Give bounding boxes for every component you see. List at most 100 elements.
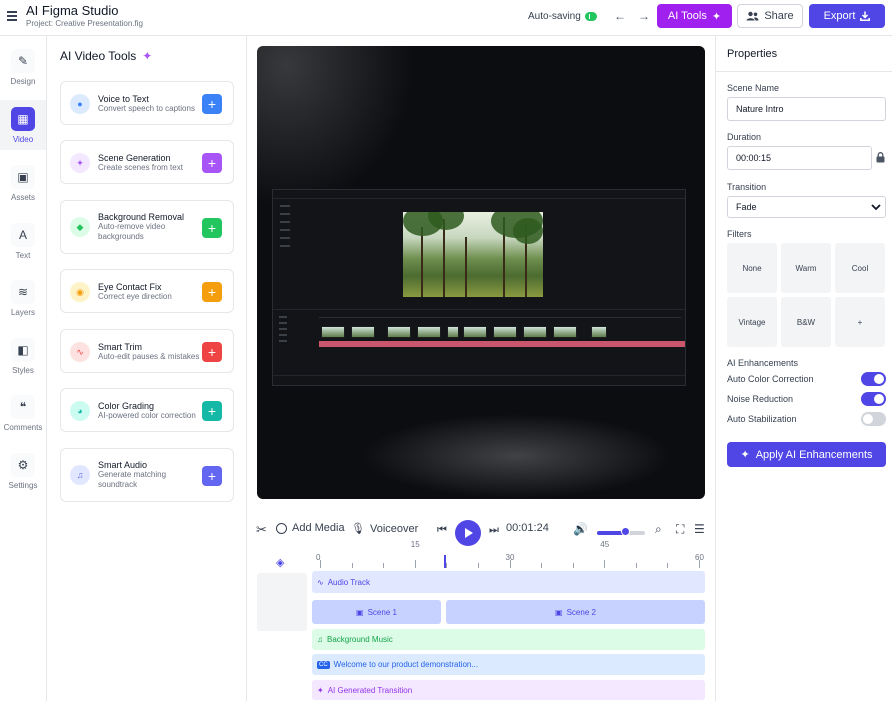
chevron-down-icon: [871, 203, 881, 210]
noise-reduction-toggle[interactable]: [861, 392, 886, 406]
tool-card-eye-contact-fix[interactable]: ◉ Eye Contact Fix Correct eye direction …: [60, 269, 234, 313]
waveform-icon: ∿: [317, 577, 324, 587]
filter-warm[interactable]: Warm: [781, 243, 831, 293]
duration-label: Duration: [727, 132, 762, 142]
tool-name: Color Grading: [98, 401, 155, 411]
caption-track-label: Welcome to our product demonstration...: [333, 660, 479, 669]
caption-track[interactable]: CC Welcome to our product demonstration.…: [312, 654, 705, 675]
rail-item-video[interactable]: ▦ Video: [0, 100, 46, 150]
tools-title-label: AI Video Tools: [60, 49, 137, 63]
ai-tools-button[interactable]: AI Tools ✦: [657, 4, 732, 28]
auto-stabilization-toggle[interactable]: [861, 412, 886, 426]
lock-icon[interactable]: [876, 152, 885, 166]
add-scene-generation-button[interactable]: +: [202, 153, 222, 173]
video-preview[interactable]: [257, 46, 705, 499]
tool-name: Eye Contact Fix: [98, 282, 162, 292]
transition-track[interactable]: ✦ AI Generated Transition: [312, 680, 705, 700]
tick-mark: [604, 560, 606, 568]
layers-stack-icon[interactable]: ◈: [276, 556, 284, 569]
rail-item-layers[interactable]: ≋ Layers: [0, 273, 46, 323]
tool-card-background-removal[interactable]: ◆ Background Removal Auto-remove video b…: [60, 200, 234, 254]
rail-item-assets[interactable]: ▣ Assets: [0, 158, 46, 208]
add-filter-button[interactable]: +: [835, 297, 885, 347]
apply-ai-enhancements-button[interactable]: ✦ Apply AI Enhancements: [727, 442, 886, 467]
rail-item-text[interactable]: A Text: [0, 216, 46, 266]
auto-stabilization-label: Auto Stabilization: [727, 414, 797, 424]
share-button[interactable]: Share: [737, 4, 803, 28]
tool-card-scene-generation[interactable]: ✦ Scene Generation Create scenes from te…: [60, 140, 234, 184]
tick-mark: [541, 563, 543, 568]
transition-select[interactable]: Fade: [727, 196, 886, 218]
add-smart-trim-button[interactable]: +: [202, 342, 222, 362]
toggle-knob: [874, 374, 884, 384]
scene-name-input[interactable]: Nature Intro: [727, 97, 886, 121]
filter-none[interactable]: None: [727, 243, 777, 293]
toggle-knob: [874, 394, 884, 404]
rail-item-design[interactable]: ✎ Design: [0, 42, 46, 92]
forest-image: [403, 212, 543, 297]
export-button[interactable]: Export: [809, 4, 885, 28]
scene-1-label: Scene 1: [367, 607, 397, 617]
rail-item-comments[interactable]: ❝ Comments: [0, 388, 46, 438]
microphone-icon: 🎙: [351, 523, 365, 535]
menu-icon[interactable]: [7, 11, 17, 21]
undo-arrow-icon[interactable]: ←: [613, 9, 627, 23]
layers-icon: ≋: [11, 279, 35, 304]
tool-card-voice-to-text[interactable]: ● Voice to Text Convert speech to captio…: [60, 81, 234, 125]
volume-icon[interactable]: 🔊: [573, 522, 588, 536]
audio-track[interactable]: ∿ Audio Track: [312, 571, 705, 593]
add-smart-audio-button[interactable]: +: [202, 466, 222, 486]
images-icon: ▣: [11, 164, 35, 189]
scissors-icon[interactable]: ✂: [256, 522, 267, 538]
redo-arrow-icon[interactable]: →: [637, 9, 651, 23]
tool-name: Smart Trim: [98, 342, 142, 352]
magic-wand-icon: ✦: [142, 49, 153, 63]
playhead[interactable]: [444, 555, 446, 568]
magic-wand-icon: ✦: [317, 685, 324, 695]
auto-color-correction-toggle[interactable]: [861, 372, 886, 386]
ai-tools-label: AI Tools: [667, 10, 707, 22]
design-icon: ✎: [11, 48, 35, 73]
add-voice-to-text-button[interactable]: +: [202, 94, 222, 114]
scene-name-label: Scene Name: [727, 83, 780, 93]
tool-card-smart-trim[interactable]: ∿ Smart Trim Auto-edit pauses & mistakes…: [60, 329, 234, 373]
filter-bw[interactable]: B&W: [781, 297, 831, 347]
rail-item-label: Text: [15, 250, 31, 260]
rail-item-styles[interactable]: ◧ Styles: [0, 331, 46, 381]
skip-back-icon[interactable]: ⏮: [437, 524, 447, 537]
tool-card-smart-audio[interactable]: ♫ Smart Audio Generate matching soundtra…: [60, 448, 234, 502]
filter-vintage[interactable]: Vintage: [727, 297, 777, 347]
gear-icon: ⚙: [11, 452, 35, 477]
zoom-search-icon[interactable]: ⌕: [655, 522, 662, 537]
preview-frame-clips: [321, 326, 683, 338]
add-color-grading-button[interactable]: +: [202, 401, 222, 421]
play-button[interactable]: [455, 520, 481, 546]
duration-input[interactable]: 00:00:15: [727, 146, 872, 170]
add-media-button[interactable]: Add Media: [276, 522, 345, 534]
preview-frame-screen: [272, 189, 686, 386]
timeline-ruler[interactable]: 0 15 30 45 60: [312, 540, 705, 568]
fullscreen-icon[interactable]: ⛶: [676, 522, 684, 537]
text-icon: A: [11, 222, 35, 247]
closed-caption-icon: CC: [317, 660, 330, 669]
scene-2-clip[interactable]: ▣ Scene 2: [446, 600, 705, 624]
export-label: Export: [823, 10, 856, 22]
voiceover-button[interactable]: 🎙 Voiceover: [351, 522, 418, 536]
tool-name: Voice to Text: [98, 94, 149, 104]
rail-item-label: Assets: [10, 192, 35, 202]
scene-2-label: Scene 2: [566, 607, 596, 617]
ai-tools-panel: AI Video Tools ✦ ● Voice to Text Convert…: [47, 36, 247, 701]
add-background-removal-button[interactable]: +: [202, 218, 222, 238]
tick-mark: [477, 563, 479, 568]
add-eye-contact-fix-button[interactable]: +: [202, 282, 222, 302]
rail-item-settings[interactable]: ⚙ Settings: [0, 446, 46, 496]
tick-label: 15: [410, 540, 420, 549]
filter-cool[interactable]: Cool: [835, 243, 885, 293]
microphone-icon: ●: [70, 94, 90, 114]
sliders-icon[interactable]: ☰: [694, 522, 705, 536]
skip-forward-icon[interactable]: ⏭: [489, 524, 499, 537]
background-music-track[interactable]: ♫ Background Music: [312, 629, 705, 650]
magic-wand-icon: ✦: [740, 449, 750, 461]
scene-1-clip[interactable]: ▣ Scene 1: [312, 600, 441, 624]
tool-card-color-grading[interactable]: ◕ Color Grading AI-powered color correct…: [60, 388, 234, 432]
